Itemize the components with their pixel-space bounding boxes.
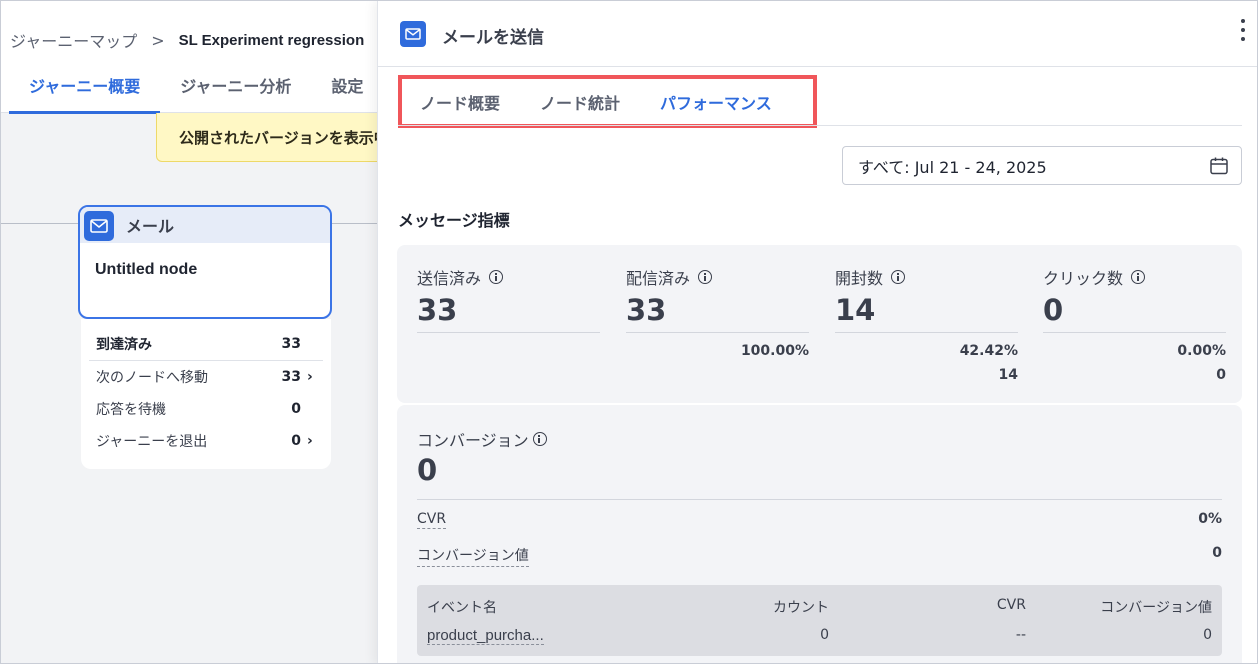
metric-label: クリック数 — [1043, 269, 1124, 288]
breadcrumb-current: SL Experiment regression — [178, 31, 365, 49]
column-header-count: カウント — [773, 600, 829, 616]
panel-header: メールを送信 — [378, 1, 1257, 67]
stat-label: ジャーニーを退出 — [96, 434, 208, 450]
tab-journey-overview[interactable]: ジャーニー概要 — [9, 73, 161, 114]
table-row: product_purcha... 0 -- 0 — [427, 627, 1212, 645]
date-range-picker[interactable]: すべて: Jul 21 - 24, 2025 — [842, 146, 1242, 185]
node-detail-panel: メールを送信 ノード概要 ノード統計 パフォーマンス すべて: Jul 21 -… — [377, 1, 1257, 663]
info-icon[interactable] — [891, 270, 906, 284]
cvr-label[interactable]: CVR — [417, 511, 447, 529]
published-version-banner: 公開されたバージョンを表示中 — [156, 113, 377, 162]
tabs-divider — [398, 125, 1242, 126]
conversion-value: 0 — [417, 453, 438, 487]
breadcrumb: ジャーニーマップ > SL Experiment regression — [10, 28, 364, 52]
stat-row-exited[interactable]: ジャーニーを退出 0 › — [89, 425, 323, 457]
conversion-value-amount: 0 — [1212, 545, 1222, 561]
app-window: ジャーニーマップ > SL Experiment regression ジャーニ… — [0, 0, 1258, 664]
metric-unique-count: 0 — [1216, 367, 1226, 383]
journey-tabs: ジャーニー概要 ジャーニー分析 設定 — [9, 73, 377, 114]
email-node-card[interactable]: メール Untitled node — [78, 205, 332, 319]
metric-rate: 0.00% — [1177, 343, 1226, 359]
node-type-label: メール — [80, 207, 330, 243]
stat-row-waiting: 応答を待機 0 — [89, 393, 323, 425]
stat-label: 応答を待機 — [96, 402, 166, 418]
info-icon[interactable] — [1131, 270, 1146, 284]
tab-settings[interactable]: 設定 — [311, 73, 377, 114]
tab-node-overview[interactable]: ノード概要 — [420, 90, 500, 114]
info-icon[interactable] — [489, 270, 504, 284]
node-title: Untitled node — [95, 261, 198, 278]
cvr-value: 0% — [1198, 511, 1222, 527]
event-conversion-value: 0 — [1203, 627, 1212, 643]
mail-icon — [84, 211, 114, 241]
breadcrumb-separator: > — [151, 30, 165, 50]
more-options-icon[interactable] — [1238, 19, 1248, 41]
stat-value: 0 — [291, 401, 301, 417]
message-metrics-title: メッセージ指標 — [398, 211, 510, 230]
metric-delivered: 配信済み 33 100.00% — [626, 265, 809, 361]
stat-value: 33 — [281, 369, 301, 385]
event-count: 0 — [820, 627, 829, 643]
metric-label: 配信済み — [626, 269, 691, 288]
metric-clicks: クリック数 0 0.00% 0 — [1043, 265, 1226, 385]
journey-header: ジャーニーマップ > SL Experiment regression ジャーニ… — [1, 1, 377, 114]
metric-value: 0 — [1043, 293, 1226, 333]
metric-value: 33 — [626, 293, 809, 333]
stat-label: 到達済み — [96, 336, 152, 353]
metric-opens: 開封数 14 42.42% 14 — [835, 265, 1018, 385]
metric-value: 14 — [835, 293, 1018, 333]
date-range-value: すべて: Jul 21 - 24, 2025 — [858, 157, 1047, 177]
stat-label: 次のノードへ移動 — [96, 370, 208, 386]
metric-rate: 42.42% — [959, 343, 1018, 359]
stat-value: 33 — [281, 335, 301, 352]
panel-tabs: ノード概要 ノード統計 パフォーマンス — [398, 75, 817, 128]
column-header-event-name: イベント名 — [427, 600, 497, 616]
events-table: イベント名 カウント CVR コンバージョン値 product_purcha..… — [417, 585, 1222, 656]
metric-label: 送信済み — [417, 269, 482, 288]
metric-label: 開封数 — [835, 269, 884, 288]
metric-rate: 100.00% — [740, 343, 809, 359]
column-header-conversion-value: コンバージョン値 — [1100, 600, 1212, 616]
event-name[interactable]: product_purcha... — [427, 627, 544, 645]
conversion-value-label[interactable]: コンバージョン値 — [417, 545, 529, 567]
tab-performance[interactable]: パフォーマンス — [660, 90, 772, 114]
metric-value: 33 — [417, 293, 600, 333]
node-stats-panel: 到達済み 33 次のノードへ移動 33 › 応答を待機 0 ジャーニーを退出 0 › — [81, 319, 331, 469]
journey-canvas-area: ジャーニーマップ > SL Experiment regression ジャーニ… — [1, 1, 377, 663]
event-cvr: -- — [1015, 627, 1026, 643]
metric-sent: 送信済み 33 — [417, 265, 600, 361]
tab-journey-analysis[interactable]: ジャーニー分析 — [160, 73, 311, 114]
conversion-card: コンバージョン 0 CVR 0% コンバージョン値 0 イベント名 カウント C… — [397, 405, 1242, 663]
message-metrics-card: 送信済み 33 配信済み 33 100.00% 開封数 14 42.42% 14… — [397, 245, 1242, 403]
tab-node-stats[interactable]: ノード統計 — [540, 90, 620, 114]
conversion-divider — [417, 499, 1222, 500]
cvr-row: CVR 0% — [417, 511, 1222, 529]
info-icon[interactable] — [532, 432, 547, 446]
conversion-label: コンバージョン — [417, 431, 529, 450]
chevron-right-icon[interactable]: › — [307, 433, 317, 449]
conversion-value-row: コンバージョン値 0 — [417, 545, 1222, 567]
metric-rate — [417, 343, 600, 361]
info-icon[interactable] — [698, 270, 713, 284]
table-header: イベント名 カウント CVR コンバージョン値 — [427, 597, 1212, 617]
metric-unique-count: 14 — [998, 367, 1018, 383]
panel-title: メールを送信 — [442, 28, 544, 48]
column-header-cvr: CVR — [996, 597, 1026, 613]
mail-icon — [400, 21, 426, 47]
stat-row-reached: 到達済み 33 — [89, 319, 323, 361]
chevron-right-icon[interactable]: › — [307, 369, 317, 385]
calendar-icon[interactable] — [1209, 156, 1229, 176]
stat-value: 0 — [291, 433, 301, 449]
breadcrumb-journey-map[interactable]: ジャーニーマップ — [10, 28, 137, 52]
stat-row-moved-next[interactable]: 次のノードへ移動 33 › — [89, 361, 323, 393]
